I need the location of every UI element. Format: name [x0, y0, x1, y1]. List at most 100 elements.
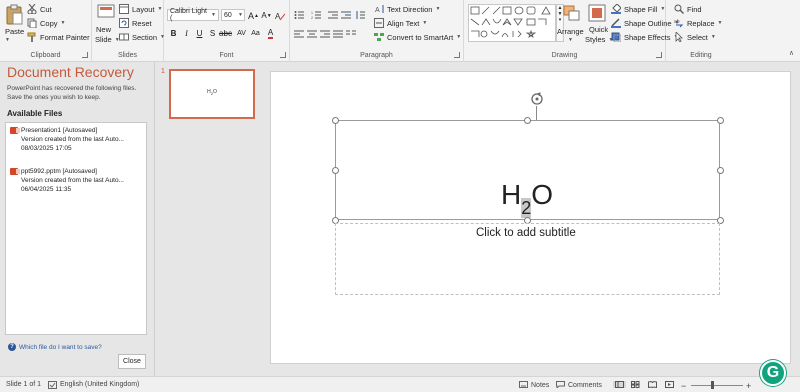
paragraph-launcher[interactable] [454, 52, 460, 58]
decrease-indent-icon[interactable] [327, 9, 338, 20]
zoom-slider[interactable] [691, 385, 743, 386]
font-launcher[interactable] [280, 52, 286, 58]
clipboard-launcher[interactable] [82, 52, 88, 58]
recovered-file-item[interactable]: Presentation1 [Autosaved] Version create… [10, 126, 142, 153]
shapes-gallery[interactable] [468, 4, 556, 42]
new-slide-icon[interactable] [97, 4, 115, 22]
zoom-out-button[interactable]: − [681, 381, 686, 391]
title-placeholder[interactable]: H2O [335, 120, 720, 220]
new-slide-dropdown[interactable]: Slide ▼ [95, 35, 120, 44]
slideshow-icon[interactable] [665, 381, 674, 388]
drawing-group: ▲ ▼ ▾ Arrange ▼ Quick Styles ▼ Shape Fill ▼ … [464, 0, 680, 62]
paste-button[interactable]: Paste [5, 27, 24, 36]
font-group: Calibri Light (▼ 60 ▼ A ▲ A ▼ A B I U S abc… [164, 0, 290, 62]
strikethrough-button[interactable]: abc [219, 28, 232, 39]
text-direction-button[interactable]: A Text Direction ▼ [374, 4, 440, 15]
slide-thumbnail[interactable]: H2O [169, 69, 255, 119]
reset-button[interactable]: Reset [119, 18, 152, 28]
numbering-icon[interactable]: 12 [310, 9, 321, 20]
arrange-button[interactable]: Arrange [557, 27, 584, 36]
resize-handle[interactable] [717, 117, 724, 124]
effects-icon [611, 32, 622, 43]
grow-font-button[interactable]: A ▲ [248, 10, 259, 21]
find-button[interactable]: Find [674, 4, 702, 14]
line-spacing-icon[interactable] [354, 9, 365, 20]
recovered-file-item[interactable]: ppt5992.pptm [Autosaved] Version created… [10, 167, 142, 194]
change-case-button[interactable]: Aa [250, 28, 261, 39]
paste-icon[interactable] [5, 4, 23, 28]
notes-button[interactable]: Notes [519, 381, 549, 390]
file-date: 08/03/2025 17:05 [21, 145, 72, 152]
italic-button[interactable]: I [181, 28, 192, 39]
normal-view-icon[interactable] [613, 381, 626, 388]
zoom-in-button[interactable]: + [746, 381, 751, 391]
bullets-icon[interactable] [293, 9, 304, 20]
slides-label: Slides [117, 52, 138, 59]
which-file-help-link[interactable]: ? Which file do I want to save? [8, 343, 102, 351]
subtitle-placeholder[interactable]: Click to add subtitle [335, 223, 720, 295]
subtitle-text: Click to add subtitle [476, 227, 576, 239]
clipboard-label: Clipboard [30, 52, 61, 59]
grammarly-icon[interactable]: G [760, 360, 786, 386]
section-button[interactable]: Section ▼ [119, 32, 165, 42]
new-slide-button[interactable]: New [96, 25, 111, 34]
slide-sorter-icon[interactable] [631, 381, 640, 388]
reading-view-icon[interactable] [648, 381, 657, 388]
close-button[interactable]: Close [118, 354, 146, 369]
shadow-button[interactable]: S [207, 28, 218, 39]
align-left-icon[interactable] [293, 28, 304, 39]
collapse-ribbon-icon[interactable]: ∧ [789, 49, 794, 57]
paste-dropdown[interactable]: ▼ [5, 37, 10, 43]
spelling-icon[interactable] [48, 381, 57, 389]
section-icon [119, 32, 129, 42]
font-name-select[interactable]: Calibri Light (▼ [167, 8, 219, 22]
zoom-slider-thumb[interactable] [711, 381, 714, 389]
resize-handle[interactable] [332, 167, 339, 174]
font-size-select[interactable]: 60 ▼ [221, 9, 245, 21]
rotate-handle-icon[interactable] [530, 92, 544, 108]
arrange-dropdown[interactable]: ▼ [568, 37, 573, 43]
clear-format-icon[interactable]: A [274, 10, 285, 21]
subscript-selection: 2 [521, 198, 532, 218]
font-color-button[interactable]: A [265, 28, 276, 39]
shrink-font-button[interactable]: A ▼ [261, 10, 272, 21]
char-spacing-button[interactable]: AV [236, 28, 247, 39]
slide-thumbnail-pane: 1 H2O [155, 62, 260, 376]
available-files-heading: Available Files [7, 109, 63, 118]
quick-styles-icon[interactable] [588, 4, 606, 24]
notes-icon [519, 381, 528, 390]
convert-smartart-button[interactable]: Convert to SmartArt ▼ [374, 32, 461, 42]
quick-styles-dropdown[interactable]: Styles ▼ [585, 35, 613, 44]
replace-button[interactable]: ab Replace ▼ [674, 18, 722, 28]
align-center-icon[interactable] [306, 28, 317, 39]
underline-button[interactable]: U [194, 28, 205, 39]
select-button[interactable]: Select ▼ [674, 31, 716, 43]
reset-icon [119, 18, 129, 28]
layout-button[interactable]: Layout ▼ [119, 4, 162, 14]
bold-button[interactable]: B [168, 28, 179, 39]
resize-handle[interactable] [332, 117, 339, 124]
slide[interactable]: H2O Click to add subtitle [270, 71, 791, 364]
arrange-icon[interactable] [562, 4, 582, 24]
shape-fill-button[interactable]: Shape Fill ▼ [611, 3, 665, 14]
pencil-icon [611, 18, 621, 28]
format-painter-button[interactable]: Format Painter [27, 32, 90, 42]
copy-button[interactable]: Copy ▼ [27, 18, 65, 29]
search-icon [674, 4, 684, 14]
justify-icon[interactable] [332, 28, 343, 39]
file-detail: Version created from the last Auto... [21, 136, 124, 143]
columns-icon[interactable] [345, 28, 356, 39]
quick-styles-button[interactable]: Quick [589, 25, 608, 34]
increase-indent-icon[interactable] [340, 9, 351, 20]
align-text-button[interactable]: Align Text ▼ [374, 18, 427, 28]
comments-button[interactable]: Comments [556, 381, 602, 390]
cut-button[interactable]: Cut [27, 3, 52, 15]
drawing-launcher[interactable] [656, 52, 662, 58]
align-right-icon[interactable] [319, 28, 330, 39]
language-indicator[interactable]: English (United Kingdom) [60, 381, 139, 388]
thumbnail-title: H2O [207, 89, 217, 96]
resize-handle[interactable] [717, 167, 724, 174]
help-icon: ? [8, 343, 16, 351]
rotate-handle-line [536, 106, 537, 120]
resize-handle[interactable] [524, 117, 531, 124]
